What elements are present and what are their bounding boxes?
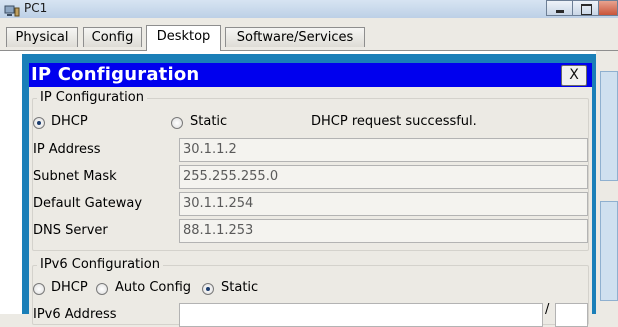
tab-strip: Physical Config Desktop Software/Service… <box>0 18 618 51</box>
ipv6-static-label[interactable]: Static <box>221 280 258 295</box>
dns-server-label: DNS Server <box>33 223 108 238</box>
tab-desktop[interactable]: Desktop <box>146 25 221 51</box>
ipv6-autoconfig-radio[interactable] <box>96 283 108 295</box>
window-title-bar: PC1 <box>0 0 618 18</box>
maximize-button[interactable] <box>572 0 599 16</box>
background-desktop-panel <box>596 51 618 314</box>
dialog-title: IP Configuration <box>31 64 200 85</box>
tab-config[interactable]: Config <box>83 27 142 47</box>
default-gateway-label: Default Gateway <box>33 196 143 211</box>
dialog-header: IP Configuration X <box>29 63 592 87</box>
ipv6-dhcp-radio[interactable] <box>33 283 45 295</box>
prefix-separator: / <box>545 302 550 317</box>
window-title: PC1 <box>24 1 48 15</box>
dialog-close-button[interactable]: X <box>561 65 587 86</box>
background-widget <box>600 71 618 181</box>
default-gateway-field[interactable]: 30.1.1.254 <box>179 192 588 216</box>
dhcp-status-text: DHCP request successful. <box>311 114 477 129</box>
subnet-mask-field[interactable]: 255.255.255.0 <box>179 165 588 189</box>
ipv4-static-label[interactable]: Static <box>190 114 227 129</box>
ipv6-dhcp-label[interactable]: DHCP <box>51 280 88 295</box>
dialog-body: IP Configuration X IP Configuration DHCP… <box>29 63 592 327</box>
tab-software-services[interactable]: Software/Services <box>225 27 365 47</box>
ipv6-address-field[interactable] <box>179 303 543 327</box>
ipv6-autoconfig-label[interactable]: Auto Config <box>115 280 191 295</box>
ip-address-label: IP Address <box>33 142 101 157</box>
ipv4-static-radio[interactable] <box>171 117 183 129</box>
minimize-button[interactable] <box>546 0 573 16</box>
pc-icon <box>4 2 20 17</box>
desktop-area: IP Configuration X IP Configuration DHCP… <box>0 51 618 327</box>
ipv6-static-radio[interactable] <box>202 283 214 295</box>
background-widget <box>600 201 618 301</box>
ipv4-group-legend: IP Configuration <box>37 90 147 105</box>
ipv6-address-label: IPv6 Address <box>33 307 117 322</box>
ip-configuration-dialog: IP Configuration X IP Configuration DHCP… <box>22 54 596 327</box>
ipv6-group-legend: IPv6 Configuration <box>37 257 163 272</box>
ip-address-field[interactable]: 30.1.1.2 <box>179 138 588 162</box>
dns-server-field[interactable]: 88.1.1.253 <box>179 219 588 243</box>
tab-physical[interactable]: Physical <box>6 27 78 47</box>
subnet-mask-label: Subnet Mask <box>33 169 117 184</box>
ipv4-dhcp-radio[interactable] <box>33 117 45 129</box>
window-controls <box>546 0 618 16</box>
ipv4-dhcp-label[interactable]: DHCP <box>51 114 88 129</box>
window-close-button[interactable] <box>598 0 618 16</box>
ipv6-prefix-length-field[interactable] <box>555 303 588 327</box>
